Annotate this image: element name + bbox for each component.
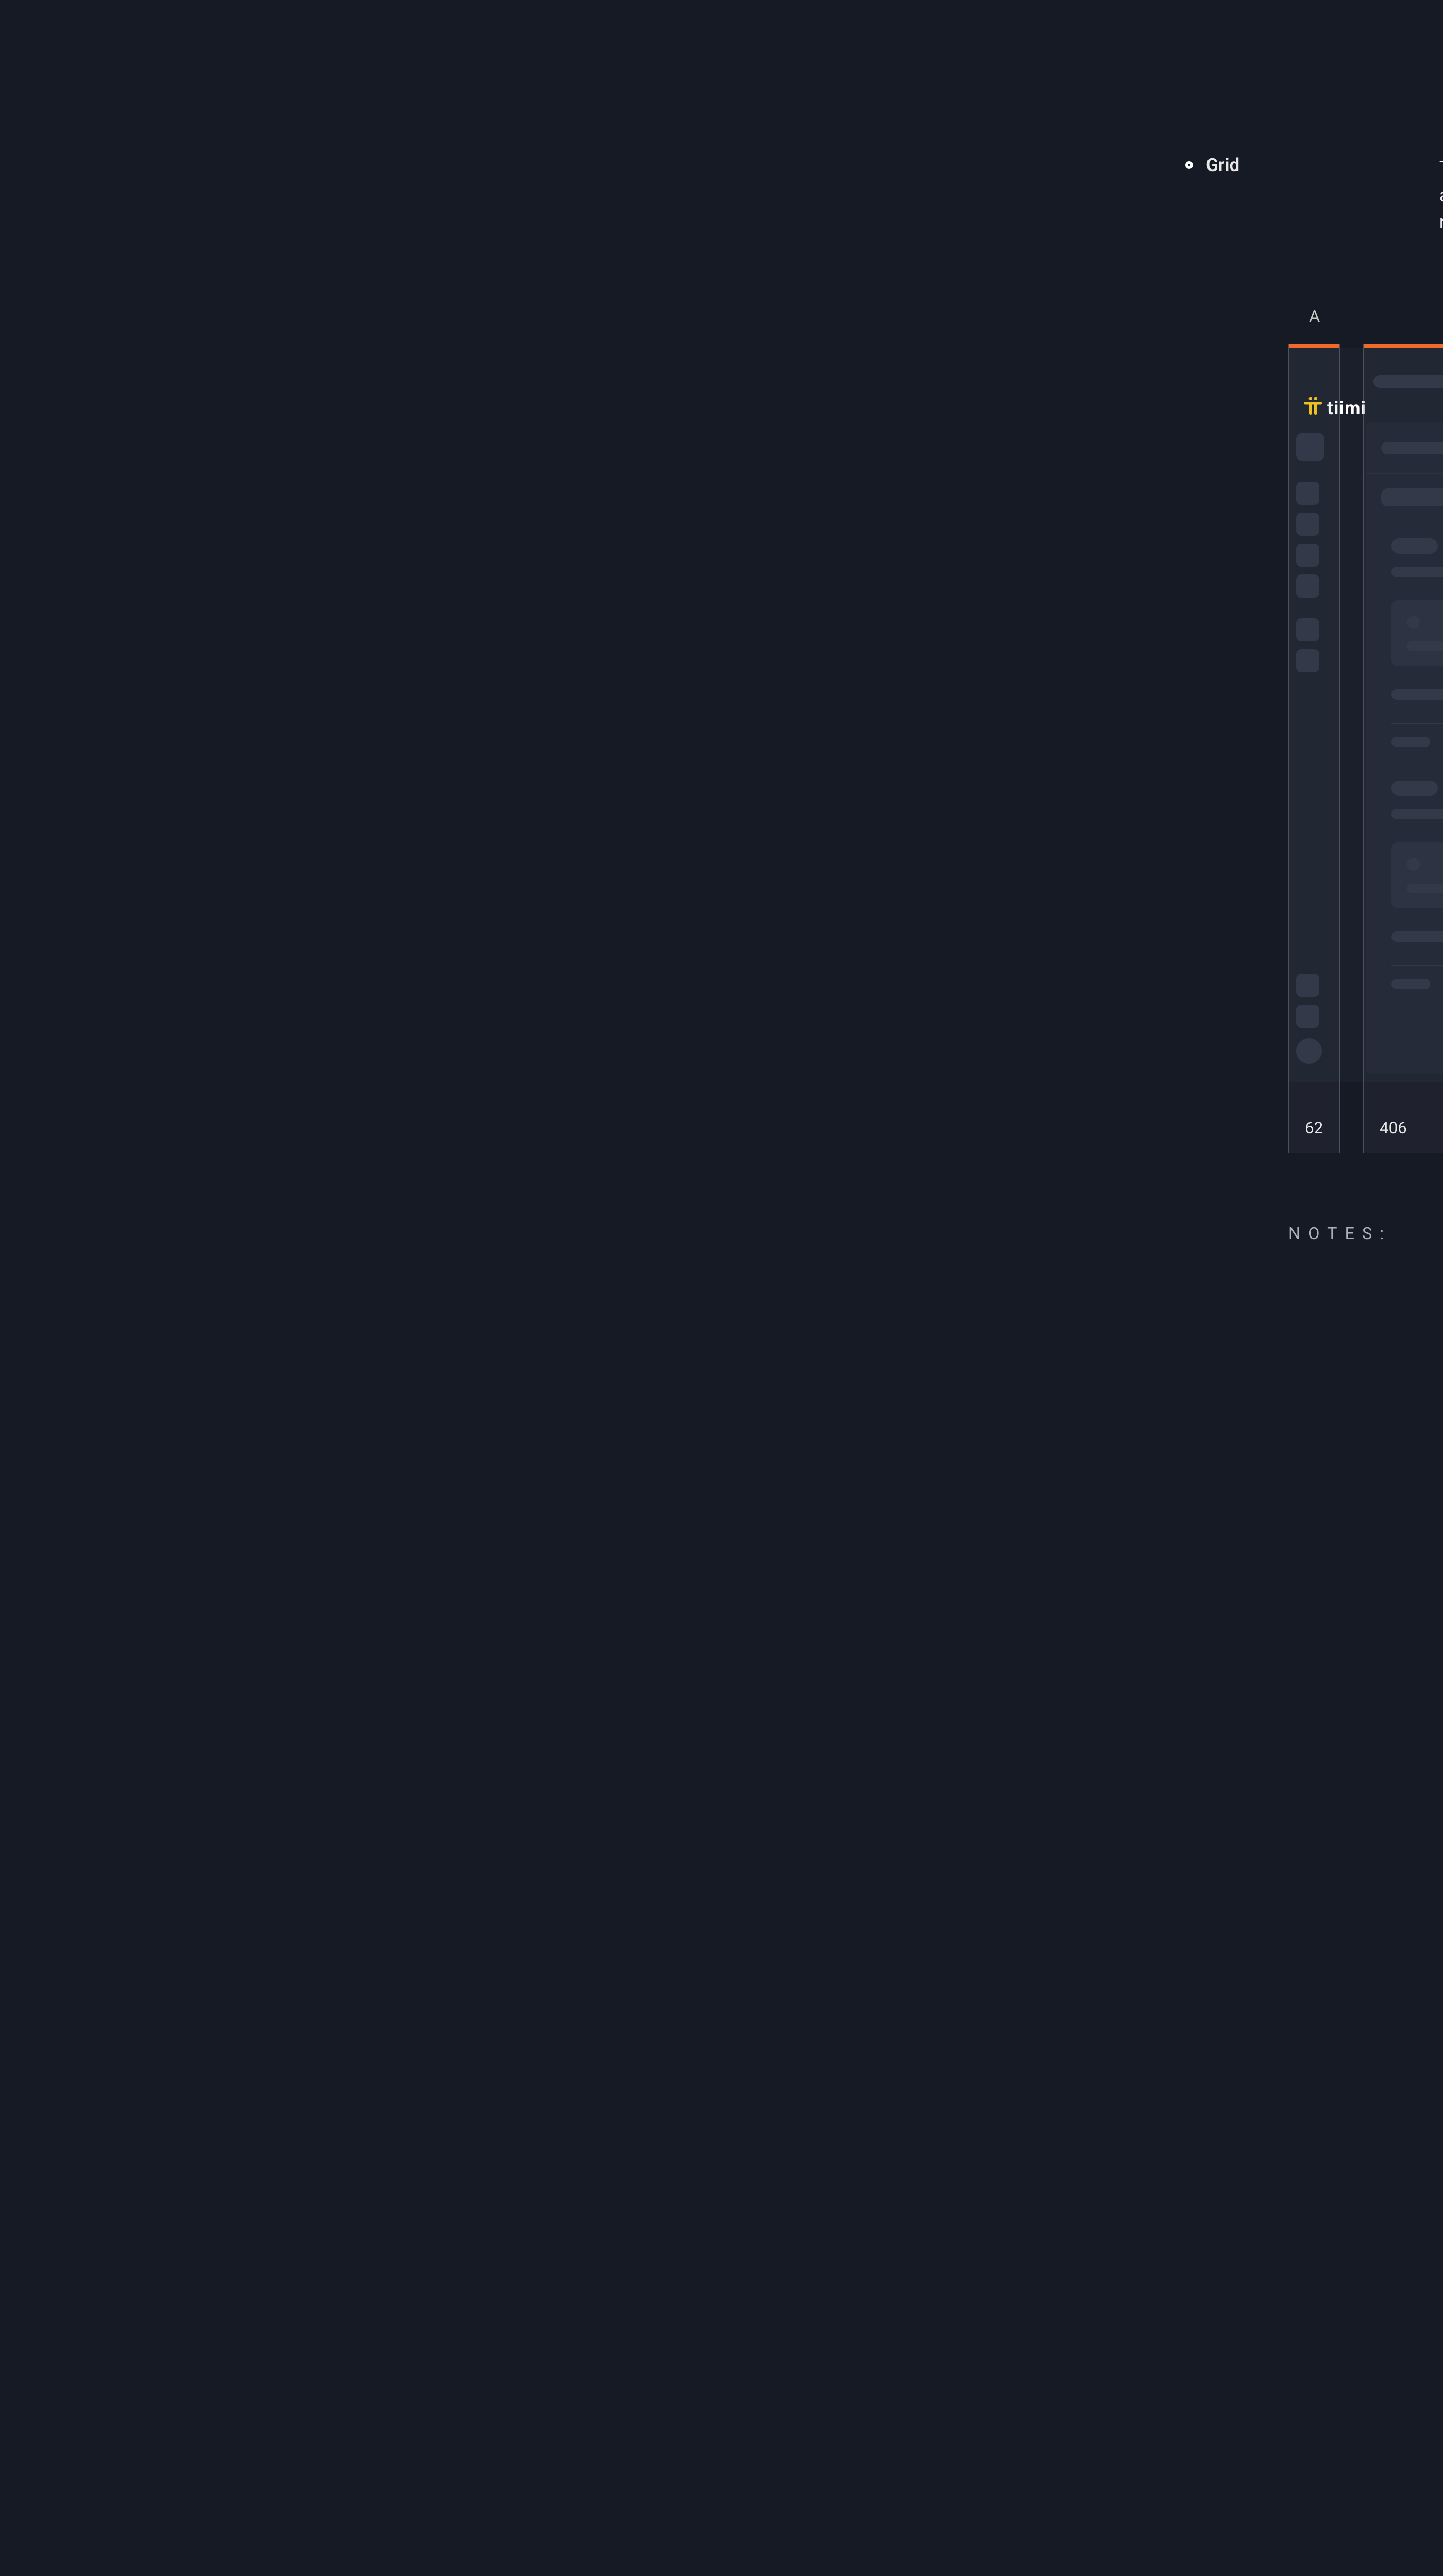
- width-A: 62: [1305, 1118, 1323, 1138]
- grid-diagram: tiimi: [1288, 348, 1443, 1082]
- section-description: The layout includes three columns: a nav…: [1439, 155, 1443, 236]
- brand-mark-icon: [1304, 397, 1322, 420]
- bullet-icon: [1185, 161, 1193, 169]
- wf-main-card: [1366, 422, 1443, 1074]
- label-A: A: [1309, 307, 1320, 326]
- section-header: Grid The layout includes three columns: …: [1185, 155, 1443, 236]
- brand-name: tiimi: [1327, 398, 1366, 419]
- width-B: 406: [1380, 1118, 1407, 1138]
- wireframe: tiimi: [1288, 348, 1443, 1082]
- wf-col-1: [1379, 526, 1443, 1061]
- brand-logo: tiimi: [1304, 397, 1366, 420]
- column-labels-row: A B C D E: [1288, 307, 1443, 340]
- section-title: Grid: [1206, 155, 1239, 176]
- notes-section: NOTES: A.Navigation bar B.Column 1 C.Col…: [1288, 1224, 1443, 1308]
- section-title-row: Grid: [1185, 155, 1239, 176]
- wf-nav-rail: [1296, 422, 1358, 1074]
- notes-heading: NOTES:: [1288, 1224, 1391, 1308]
